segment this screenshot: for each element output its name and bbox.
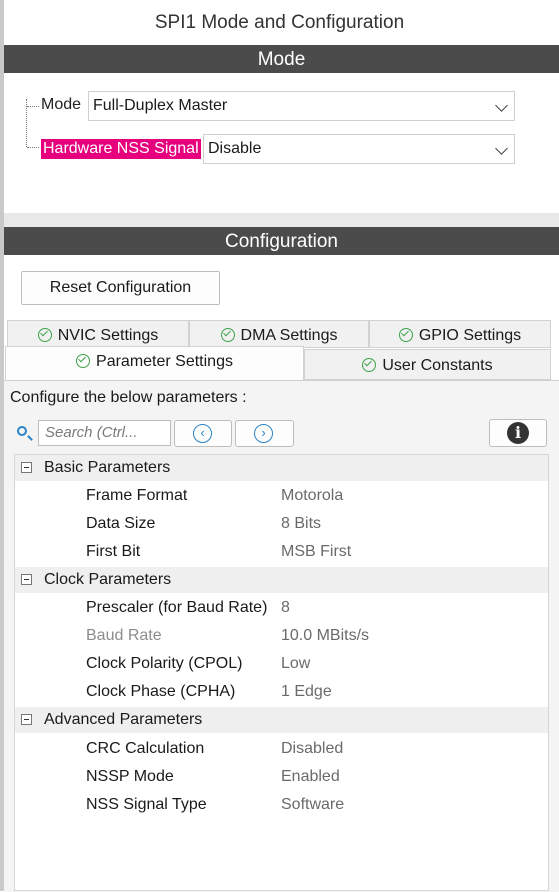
tree-connector	[27, 147, 39, 148]
tab-dma-settings[interactable]: DMA Settings	[189, 320, 369, 348]
tree-connector	[27, 106, 39, 107]
nss-label: Hardware NSS Signal	[41, 139, 201, 159]
param-name: NSSP Mode	[86, 768, 174, 785]
chevron-left-icon: ‹	[193, 424, 212, 443]
group-label: Basic Parameters	[44, 459, 171, 476]
search-icon[interactable]	[17, 426, 27, 436]
collapse-icon[interactable]	[21, 574, 32, 585]
param-name: First Bit	[86, 543, 141, 560]
check-circle-icon	[76, 354, 91, 368]
check-circle-icon	[398, 328, 413, 342]
param-name: Prescaler (for Baud Rate)	[86, 599, 268, 616]
param-value: Motorola	[281, 487, 344, 504]
info-icon: i	[507, 422, 529, 444]
mode-label: Mode	[41, 96, 82, 113]
window-title: SPI1 Mode and Configuration	[0, 0, 559, 44]
group-label: Clock Parameters	[44, 571, 172, 588]
param-value: 10.0 MBits/s	[281, 627, 370, 644]
param-name: CRC Calculation	[86, 740, 205, 757]
tab-nvic-settings[interactable]: NVIC Settings	[7, 320, 189, 348]
param-row-clock-polarity[interactable]: Clock Polarity (CPOL) Low	[15, 650, 548, 678]
nss-select[interactable]: Disable	[203, 134, 515, 164]
param-row-nss-signal-type[interactable]: NSS Signal Type Software	[15, 791, 548, 819]
param-row-prescaler[interactable]: Prescaler (for Baud Rate) 8	[15, 594, 548, 622]
param-row-clock-phase[interactable]: Clock Phase (CPHA) 1 Edge	[15, 678, 548, 706]
tab-label: User Constants	[382, 357, 493, 374]
param-value: 8	[281, 599, 290, 616]
param-row-data-size[interactable]: Data Size 8 Bits	[15, 510, 548, 538]
param-name: Baud Rate	[86, 627, 162, 644]
mode-select[interactable]: Full-Duplex Master	[88, 91, 515, 121]
param-name: Clock Polarity (CPOL)	[86, 655, 243, 672]
tab-label: Parameter Settings	[96, 353, 233, 370]
tab-user-constants[interactable]: User Constants	[304, 349, 551, 380]
parameter-tree: Basic Parameters Frame Format Motorola D…	[14, 454, 549, 891]
configuration-section-header: Configuration	[4, 227, 559, 255]
tab-gpio-settings[interactable]: GPIO Settings	[369, 320, 551, 348]
tab-label: NVIC Settings	[57, 327, 159, 344]
info-button[interactable]: i	[489, 419, 547, 447]
chevron-down-icon	[495, 99, 508, 112]
mode-section-header: Mode	[4, 45, 559, 73]
check-circle-icon	[37, 328, 52, 342]
tab-label: GPIO Settings	[418, 327, 522, 344]
collapse-icon[interactable]	[21, 462, 32, 473]
param-name: Clock Phase (CPHA)	[86, 683, 236, 700]
group-advanced-parameters[interactable]: Advanced Parameters	[15, 707, 548, 733]
param-value: 1 Edge	[281, 683, 332, 700]
previous-button[interactable]: ‹	[174, 420, 232, 447]
nss-select-value: Disable	[208, 140, 262, 157]
param-value: 8 Bits	[281, 515, 322, 532]
param-value: MSB First	[281, 543, 352, 560]
group-label: Advanced Parameters	[44, 711, 203, 728]
param-name: NSS Signal Type	[86, 796, 207, 813]
check-circle-icon	[220, 328, 235, 342]
instruction-text: Configure the below parameters :	[10, 389, 247, 406]
param-row-nssp-mode[interactable]: NSSP Mode Enabled	[15, 763, 548, 791]
param-value: Software	[281, 796, 345, 813]
collapse-icon[interactable]	[21, 714, 32, 725]
param-value: Enabled	[281, 768, 340, 785]
param-value: Disabled	[281, 740, 344, 757]
param-name: Frame Format	[86, 487, 188, 504]
group-clock-parameters[interactable]: Clock Parameters	[15, 567, 548, 593]
mode-select-value: Full-Duplex Master	[93, 97, 228, 114]
section-divider	[4, 213, 559, 227]
param-row-first-bit[interactable]: First Bit MSB First	[15, 538, 548, 566]
tab-label: DMA Settings	[240, 327, 338, 344]
param-name: Data Size	[86, 515, 156, 532]
param-row-frame-format[interactable]: Frame Format Motorola	[15, 482, 548, 510]
param-value: Low	[281, 655, 311, 672]
group-basic-parameters[interactable]: Basic Parameters	[15, 455, 548, 481]
next-button[interactable]: ›	[235, 420, 294, 447]
param-row-crc-calculation[interactable]: CRC Calculation Disabled	[15, 735, 548, 763]
check-circle-icon	[362, 358, 377, 372]
chevron-right-icon: ›	[254, 424, 273, 443]
tab-parameter-settings[interactable]: Parameter Settings	[5, 346, 304, 381]
search-input[interactable]: Search (Ctrl...	[38, 420, 171, 446]
param-row-baud-rate: Baud Rate 10.0 MBits/s	[15, 622, 548, 650]
reset-configuration-button[interactable]: Reset Configuration	[21, 271, 220, 305]
chevron-down-icon	[495, 142, 508, 155]
